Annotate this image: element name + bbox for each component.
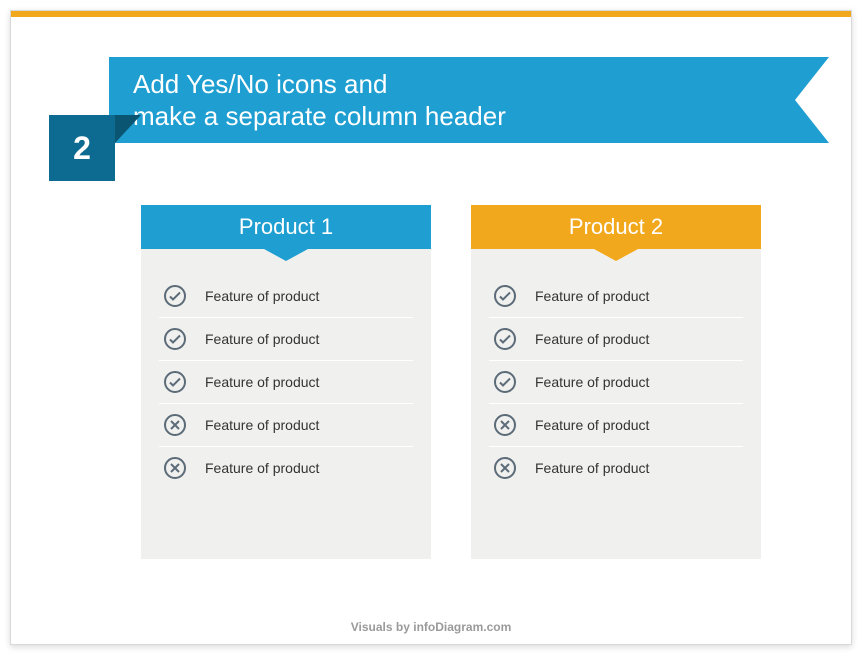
column-header-label: Product 1 (239, 214, 333, 240)
column-header: Product 2 (471, 205, 761, 249)
check-icon (493, 284, 517, 308)
column-body: Feature of product Feature of product Feat… (141, 249, 431, 559)
title-line-1: Add Yes/No icons and (133, 69, 387, 99)
column-header: Product 1 (141, 205, 431, 249)
title-ribbon: Add Yes/No icons and make a separate col… (109, 57, 829, 143)
feature-row: Feature of product (489, 318, 743, 361)
feature-text: Feature of product (535, 288, 649, 304)
feature-row: Feature of product (489, 447, 743, 489)
slide: Add Yes/No icons and make a separate col… (10, 10, 852, 645)
feature-text: Feature of product (535, 417, 649, 433)
cross-icon (493, 413, 517, 437)
feature-text: Feature of product (205, 460, 319, 476)
feature-text: Feature of product (535, 374, 649, 390)
feature-row: Feature of product (489, 404, 743, 447)
check-icon (493, 370, 517, 394)
feature-text: Feature of product (535, 331, 649, 347)
cross-icon (163, 456, 187, 480)
step-number-badge: 2 (49, 115, 115, 181)
columns-container: Product 1Feature of productFeature of pr… (141, 205, 761, 559)
feature-text: Feature of product (205, 331, 319, 347)
product-column: Product 1Feature of productFeature of pr… (141, 205, 431, 559)
footer-credit: Visuals by infoDiagram.com (11, 620, 851, 634)
feature-row: Feature of product (159, 318, 413, 361)
feature-row: Feature of product (159, 361, 413, 404)
feature-text: Feature of product (535, 460, 649, 476)
column-header-label: Product 2 (569, 214, 663, 240)
feature-text: Feature of product (205, 288, 319, 304)
feature-row: Feature of product (489, 361, 743, 404)
feature-text: Feature of product (205, 374, 319, 390)
check-icon (163, 284, 187, 308)
feature-row: Feature of product (159, 404, 413, 447)
check-icon (493, 327, 517, 351)
check-icon (163, 370, 187, 394)
check-icon (163, 327, 187, 351)
column-body: Feature of product Feature of product Feat… (471, 249, 761, 559)
step-number: 2 (73, 130, 91, 167)
product-column: Product 2Feature of productFeature of pr… (471, 205, 761, 559)
feature-text: Feature of product (205, 417, 319, 433)
cross-icon (493, 456, 517, 480)
title-line-2: make a separate column header (133, 101, 506, 131)
feature-row: Feature of product (489, 275, 743, 318)
feature-row: Feature of product (159, 447, 413, 489)
cross-icon (163, 413, 187, 437)
top-accent-bar (11, 11, 851, 17)
title-text: Add Yes/No icons and make a separate col… (133, 68, 506, 133)
feature-row: Feature of product (159, 275, 413, 318)
